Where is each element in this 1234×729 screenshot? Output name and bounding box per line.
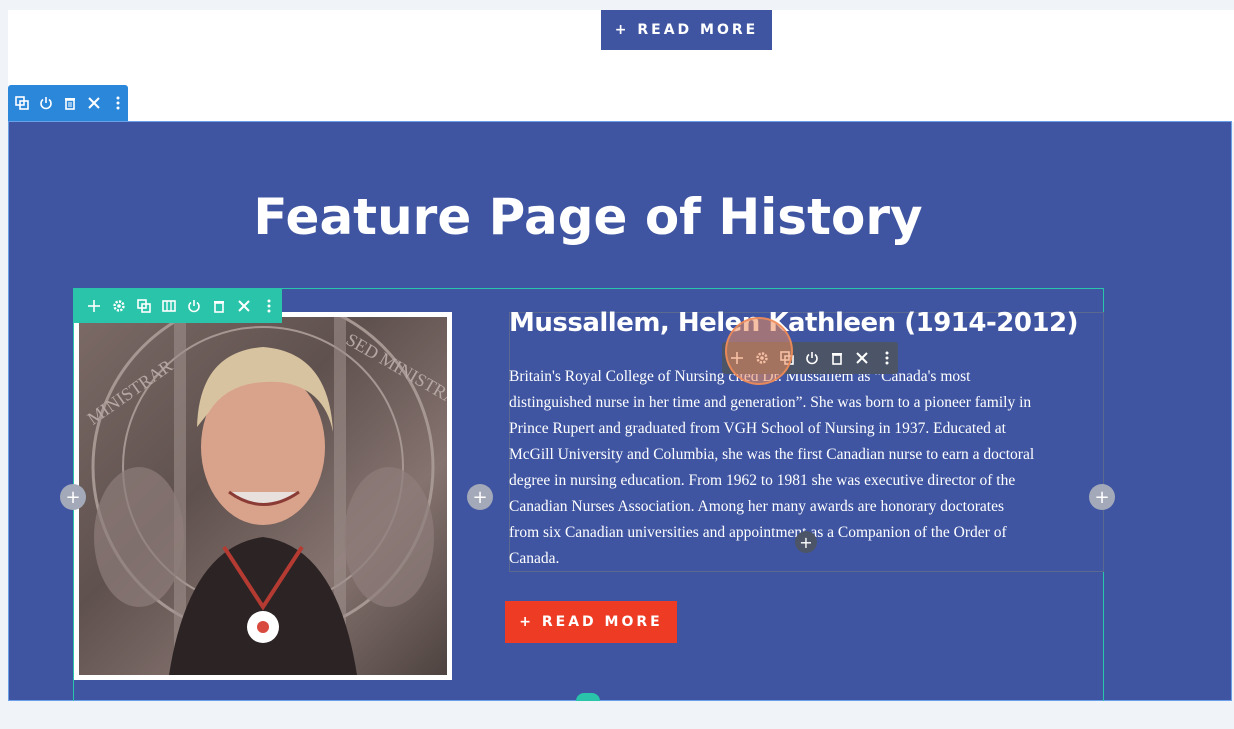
close-icon[interactable] bbox=[84, 91, 104, 115]
portrait-illustration: MINISTRAR SED MINISTRA bbox=[84, 317, 447, 675]
close-icon[interactable] bbox=[851, 346, 872, 370]
more-icon[interactable] bbox=[876, 346, 897, 370]
duplicate-icon[interactable] bbox=[133, 294, 154, 318]
power-icon[interactable] bbox=[801, 346, 822, 370]
row-toolbar bbox=[73, 288, 282, 323]
page-bottom-band bbox=[0, 701, 1234, 729]
section-toolbar bbox=[8, 85, 128, 121]
power-icon[interactable] bbox=[36, 91, 56, 115]
add-module-left-button[interactable]: + bbox=[60, 484, 86, 510]
photo-seal-text-left: MINISTRAR bbox=[84, 355, 177, 428]
add-module-right-button[interactable]: + bbox=[1089, 484, 1115, 510]
bio-line: Canadian Nurses Association. Among her m… bbox=[509, 498, 1005, 515]
read-more-button-feature[interactable]: + READ MORE bbox=[505, 601, 677, 643]
duplicate-icon[interactable] bbox=[12, 91, 32, 115]
power-icon[interactable] bbox=[183, 294, 204, 318]
feature-name: Mussallem, Helen Kathleen (1914-2012) bbox=[509, 308, 1079, 338]
bio-line: McGill University and Columbia, she was … bbox=[509, 446, 1035, 463]
bio-line: Prince Rupert and graduated from VGH Sch… bbox=[509, 420, 1006, 437]
trash-icon[interactable] bbox=[826, 346, 847, 370]
add-module-below-button[interactable]: + bbox=[795, 531, 817, 553]
read-more-button-top[interactable]: + READ MORE bbox=[601, 10, 772, 50]
close-icon[interactable] bbox=[233, 294, 254, 318]
bio-line: distinguished nurse in her time and gene… bbox=[509, 394, 1032, 411]
bio-line: degree in nursing education. From 1962 t… bbox=[509, 472, 1016, 489]
add-module-middle-button[interactable]: + bbox=[467, 484, 493, 510]
gear-icon[interactable] bbox=[108, 294, 129, 318]
add-row-button[interactable] bbox=[576, 693, 600, 701]
columns-icon[interactable] bbox=[158, 294, 179, 318]
photo-seal-text-right: SED MINISTRA bbox=[343, 329, 447, 409]
move-icon[interactable] bbox=[83, 294, 104, 318]
trash-icon[interactable] bbox=[208, 294, 229, 318]
click-highlight bbox=[725, 317, 793, 385]
portrait-photo[interactable]: MINISTRAR SED MINISTRA bbox=[79, 317, 447, 675]
more-icon[interactable] bbox=[258, 294, 279, 318]
section-title: Feature Page of History bbox=[253, 188, 923, 246]
trash-icon[interactable] bbox=[60, 91, 80, 115]
more-icon[interactable] bbox=[108, 91, 128, 115]
